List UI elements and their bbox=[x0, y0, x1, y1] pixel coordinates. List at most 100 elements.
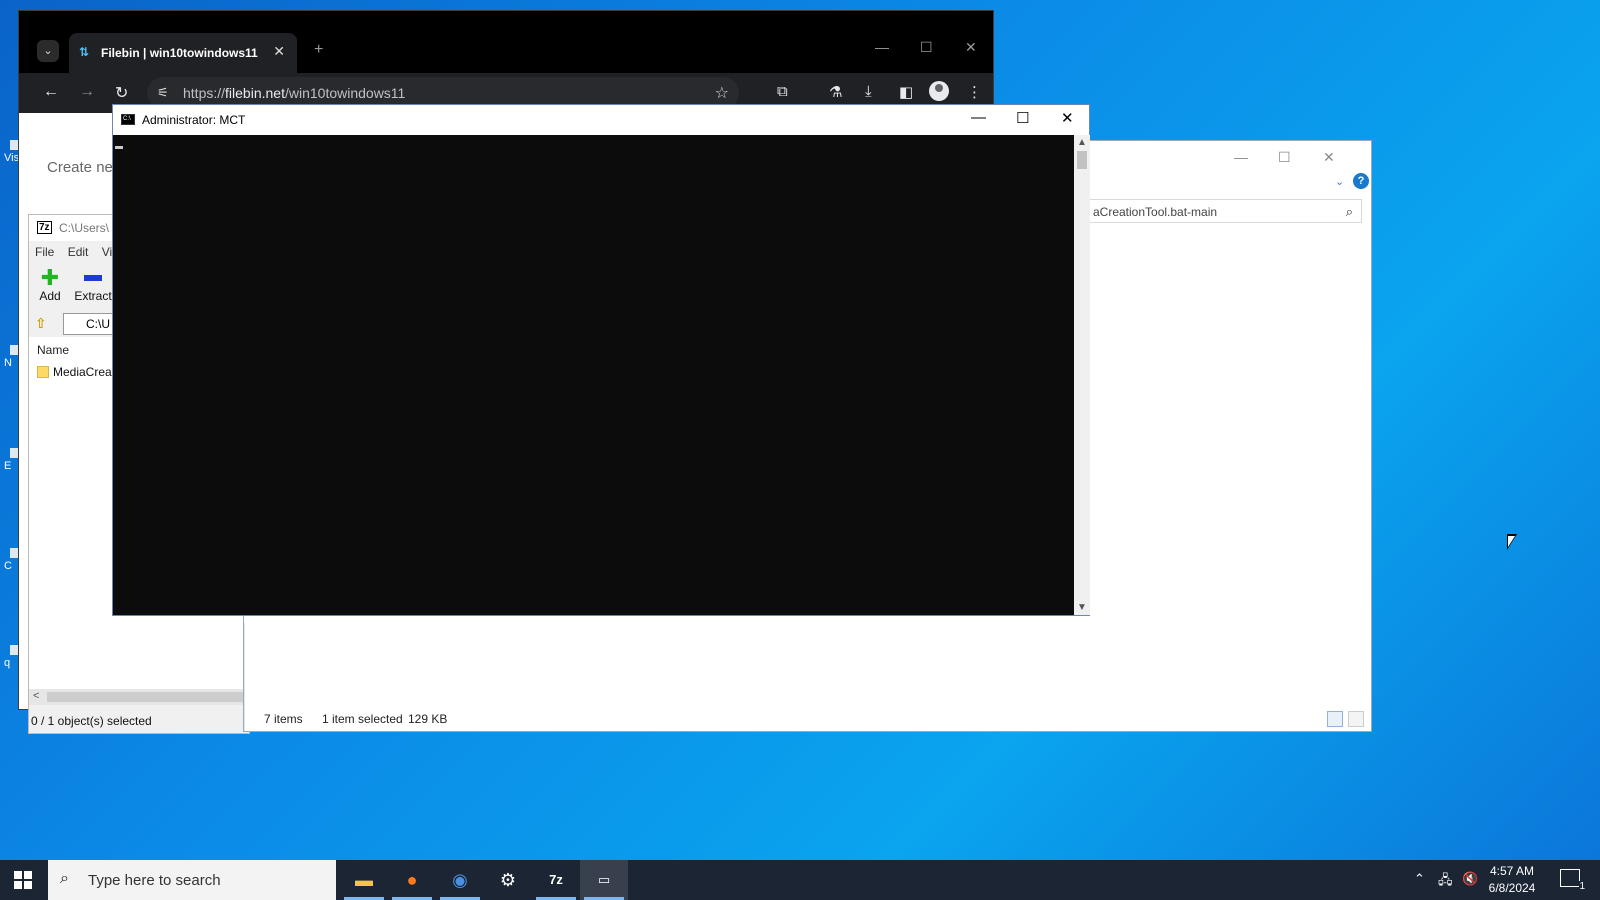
desktop-shortcut-icon bbox=[10, 345, 18, 355]
sevenzip-title: C:\Users\ bbox=[59, 221, 110, 235]
details-view-icon[interactable] bbox=[1327, 711, 1343, 727]
bookmark-star-icon[interactable]: ☆ bbox=[715, 83, 729, 103]
forward-icon[interactable]: → bbox=[79, 83, 95, 101]
console-close-button[interactable]: ✕ bbox=[1061, 109, 1074, 127]
url-text: https://filebin.net/win10towindows11 bbox=[183, 85, 406, 101]
profile-avatar-icon[interactable] bbox=[929, 81, 949, 101]
console-app-icon: C:\ bbox=[121, 114, 135, 125]
filebin-favicon-icon: ⇅ bbox=[79, 45, 90, 59]
desktop-shortcut-icon bbox=[10, 140, 18, 150]
windows-logo-icon bbox=[24, 881, 32, 889]
desktop-icon[interactable]: E bbox=[4, 448, 18, 488]
address-text: aCreationTool.bat-main bbox=[1093, 205, 1218, 219]
extract-label: Extract bbox=[74, 289, 112, 303]
sevenzip-logo-icon: 7z bbox=[37, 221, 52, 234]
reload-icon[interactable]: ↻ bbox=[115, 83, 128, 103]
tab-strip: ⌄ ⇅ Filebin | win10towindows11 ✕ + — ☐ ✕ bbox=[19, 11, 993, 73]
windows-logo-icon bbox=[14, 871, 22, 879]
notification-count: 1 bbox=[1579, 881, 1585, 892]
console-taskbar-icon[interactable]: ▭ bbox=[580, 860, 628, 900]
explorer-statusbar: 7 items 1 item selected 129 KB bbox=[244, 709, 1370, 731]
sevenzip-taskbar-icon[interactable]: 7z bbox=[532, 860, 580, 900]
folder-up-icon[interactable]: ⇧ bbox=[35, 315, 47, 332]
desktop-shortcut-icon bbox=[10, 645, 18, 655]
tab-search-button[interactable]: ⌄ bbox=[37, 40, 59, 62]
page-heading-fragment: Create ne bbox=[47, 159, 113, 176]
notification-center-icon[interactable]: 1 bbox=[1560, 869, 1585, 892]
scroll-thumb[interactable] bbox=[47, 692, 247, 702]
browser-tab[interactable]: ⇅ Filebin | win10towindows11 ✕ bbox=[69, 33, 297, 73]
desktop-shortcut-icon bbox=[10, 548, 18, 558]
scroll-up-icon[interactable]: ▲ bbox=[1077, 137, 1087, 148]
large-icons-view-icon[interactable] bbox=[1348, 711, 1364, 727]
explorer-maximize-button[interactable]: ☐ bbox=[1278, 149, 1291, 166]
settings-gear-icon[interactable]: ⚙ bbox=[484, 860, 532, 900]
desktop-icon[interactable]: C bbox=[4, 548, 18, 588]
start-button[interactable] bbox=[14, 871, 32, 889]
labs-flask-icon[interactable]: ⚗ bbox=[829, 83, 842, 101]
status-item-count: 7 items bbox=[264, 712, 303, 726]
text-cursor bbox=[115, 146, 123, 149]
console-titlebar: C:\ Administrator: MCT — ☐ ✕ bbox=[113, 105, 1089, 135]
extract-button[interactable]: Extract bbox=[73, 267, 113, 303]
desktop-icon-label: N bbox=[4, 357, 12, 369]
chrome-menu-icon[interactable]: ⋮ bbox=[967, 83, 982, 101]
sevenzip-horizontal-scrollbar[interactable]: < bbox=[29, 689, 249, 705]
extract-minus-icon bbox=[84, 275, 102, 281]
scroll-left-icon[interactable]: < bbox=[33, 690, 39, 702]
scroll-down-icon[interactable]: ▼ bbox=[1077, 602, 1087, 613]
taskbar: ⌕ Type here to search ▬ ● ◉ ⚙ 7z ▭ ⌃ 🖧 🔇… bbox=[0, 860, 1600, 900]
desktop-icon-label: Vis bbox=[4, 152, 18, 164]
desktop-icon-label: C bbox=[4, 560, 12, 572]
explorer-address-bar[interactable]: aCreationTool.bat-main ⌕ bbox=[1086, 199, 1362, 223]
search-icon[interactable]: ⌕ bbox=[1346, 204, 1353, 220]
explorer-close-button[interactable]: ✕ bbox=[1323, 149, 1335, 166]
tab-title: Filebin | win10towindows11 bbox=[101, 46, 258, 60]
desktop-shortcut-icon bbox=[10, 448, 18, 458]
site-info-icon[interactable]: ⚟ bbox=[157, 85, 169, 101]
chrome-close-button[interactable]: ✕ bbox=[965, 39, 977, 56]
explorer-minimize-button[interactable]: — bbox=[1234, 149, 1248, 165]
taskbar-search-box[interactable]: ⌕ Type here to search bbox=[48, 860, 336, 900]
scroll-thumb[interactable] bbox=[1077, 151, 1087, 169]
desktop-icon[interactable]: q bbox=[4, 645, 18, 685]
console-screen[interactable] bbox=[113, 135, 1074, 615]
side-panel-icon[interactable]: ◧ bbox=[899, 83, 913, 101]
chrome-taskbar-icon[interactable]: ◉ bbox=[436, 860, 484, 900]
folder-icon bbox=[37, 366, 49, 378]
extensions-icon[interactable]: ⧉ bbox=[777, 83, 788, 100]
firefox-taskbar-icon[interactable]: ● bbox=[388, 860, 436, 900]
console-vertical-scrollbar[interactable]: ▲ ▼ bbox=[1074, 135, 1090, 615]
mouse-pointer-icon bbox=[1507, 534, 1517, 550]
chrome-minimize-button[interactable]: — bbox=[875, 39, 889, 55]
status-size: 129 KB bbox=[408, 712, 448, 726]
windows-logo-icon bbox=[24, 871, 32, 879]
new-tab-button[interactable]: + bbox=[314, 41, 323, 59]
console-title: Administrator: MCT bbox=[142, 113, 246, 127]
file-explorer-taskbar-icon[interactable]: ▬ bbox=[340, 860, 388, 900]
tab-close-icon[interactable]: ✕ bbox=[273, 43, 285, 60]
network-icon[interactable]: 🖧 bbox=[1438, 871, 1453, 893]
menu-view[interactable]: Vi bbox=[102, 245, 112, 259]
desktop-icon-label: E bbox=[4, 460, 12, 472]
help-icon[interactable]: ? bbox=[1353, 173, 1369, 189]
desktop-icon[interactable]: Vis bbox=[4, 140, 18, 180]
chrome-maximize-button[interactable]: ☐ bbox=[920, 39, 933, 56]
clock-date: 6/8/2024 bbox=[1488, 881, 1536, 895]
clock-time: 4:57 AM bbox=[1489, 864, 1535, 878]
taskbar-clock[interactable]: 4:57 AM 6/8/2024 bbox=[1467, 863, 1557, 897]
desktop-icon[interactable]: N bbox=[4, 345, 18, 385]
add-button[interactable]: ✚ Add bbox=[37, 265, 63, 304]
windows-logo-icon bbox=[14, 881, 22, 889]
back-icon[interactable]: ← bbox=[43, 83, 59, 101]
console-maximize-button[interactable]: ☐ bbox=[1016, 109, 1029, 127]
menu-file[interactable]: File bbox=[35, 245, 54, 259]
show-hidden-icons-chevron-icon[interactable]: ⌃ bbox=[1414, 871, 1425, 887]
status-selection: 1 item selected bbox=[322, 712, 403, 726]
menu-edit[interactable]: Edit bbox=[68, 245, 89, 259]
console-minimize-button[interactable]: — bbox=[971, 109, 986, 126]
add-plus-icon: ✚ bbox=[40, 265, 60, 290]
taskbar-search-placeholder: Type here to search bbox=[88, 872, 221, 889]
ribbon-expand-chevron-icon[interactable]: ⌄ bbox=[1335, 175, 1344, 188]
download-icon[interactable]: ⤓ bbox=[865, 83, 872, 100]
